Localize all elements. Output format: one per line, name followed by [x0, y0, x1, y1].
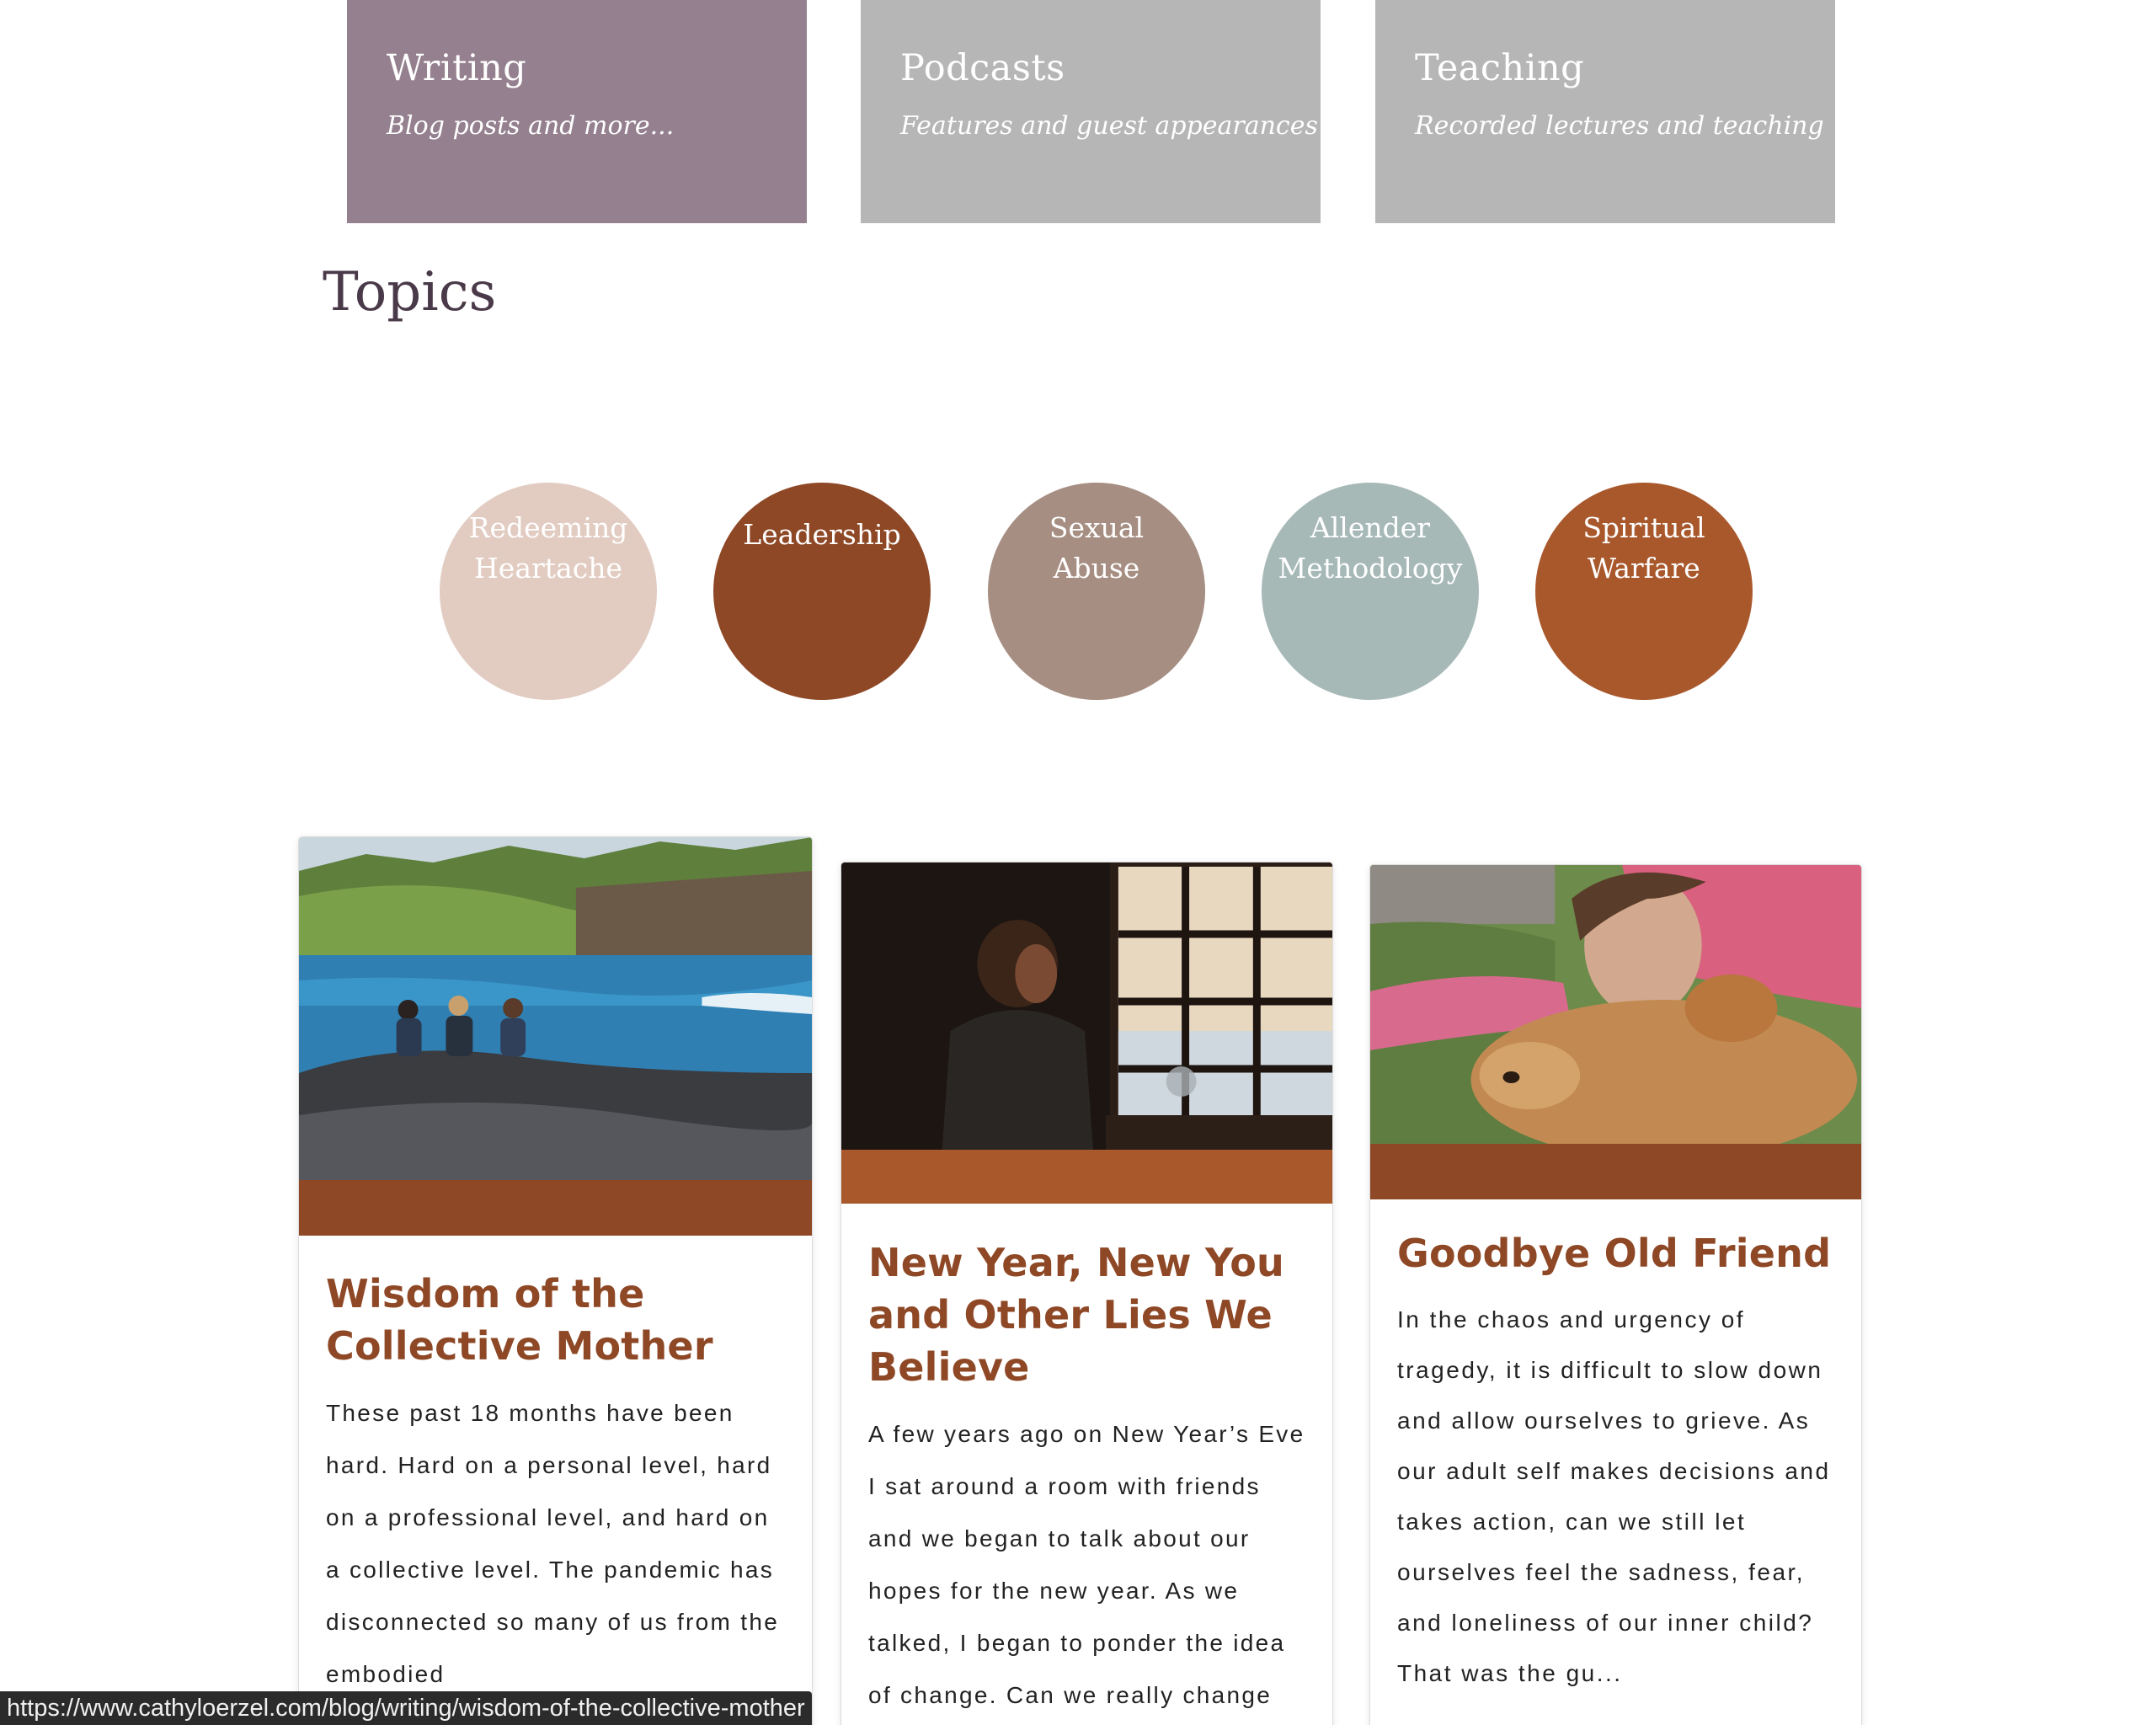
topic-label-line: Leadership — [743, 518, 901, 551]
post-card[interactable]: New Year, New You and Other Lies We Beli… — [841, 862, 1333, 1725]
topic-sexual-abuse[interactable]: Sexual Abuse — [988, 483, 1205, 700]
topic-label-line: Allender — [1310, 511, 1431, 544]
post-title[interactable]: Wisdom of the Collective Mother — [326, 1268, 788, 1372]
post-title[interactable]: New Year, New You and Other Lies We Beli… — [868, 1236, 1309, 1393]
topic-redeeming-heartache[interactable]: Redeeming Heartache — [440, 483, 657, 700]
post-title[interactable]: Goodbye Old Friend — [1397, 1227, 1838, 1279]
link-preview-status-url: https://www.cathyloerzel.com/blog/writin… — [0, 1691, 812, 1725]
post-body: Goodbye Old Friend In the chaos and urge… — [1397, 1227, 1838, 1699]
nav-tile-writing[interactable]: Writing Blog posts and more... — [347, 0, 807, 223]
tile-subtitle: Features and guest appearances — [900, 111, 1318, 141]
topics-heading: Topics — [323, 261, 497, 323]
post-image[interactable] — [299, 837, 812, 1180]
post-image[interactable] — [841, 862, 1332, 1150]
tile-title: Writing — [387, 47, 527, 89]
topic-allender-methodology[interactable]: Allender Methodology — [1262, 483, 1479, 700]
topic-label-line: Heartache — [474, 552, 622, 585]
tile-subtitle: Recorded lectures and teaching — [1415, 111, 1824, 141]
tile-title: Teaching — [1415, 47, 1585, 89]
post-color-bar — [299, 1180, 812, 1236]
topic-label-line: Sexual — [1049, 511, 1145, 544]
nav-tile-podcasts[interactable]: Podcasts Features and guest appearances — [861, 0, 1321, 223]
post-body: New Year, New You and Other Lies We Beli… — [868, 1236, 1309, 1725]
tile-title: Podcasts — [900, 47, 1065, 89]
topic-spiritual-warfare[interactable]: Spiritual Warfare — [1535, 483, 1753, 700]
tile-subtitle: Blog posts and more... — [387, 111, 675, 141]
topic-label-line: Methodology — [1278, 552, 1463, 585]
topic-label-line: Spiritual — [1582, 511, 1705, 544]
topic-leadership[interactable]: Leadership — [713, 483, 931, 700]
post-card[interactable]: Goodbye Old Friend In the chaos and urge… — [1369, 864, 1862, 1725]
post-image[interactable] — [1370, 865, 1861, 1144]
topic-label-line: Abuse — [1053, 552, 1140, 585]
post-excerpt: In the chaos and urgency of tragedy, it … — [1397, 1306, 1831, 1686]
topic-label-line: Warfare — [1588, 552, 1700, 585]
post-excerpt: A few years ago on New Year’s Eve I sat … — [868, 1421, 1305, 1708]
post-body: Wisdom of the Collective Mother These pa… — [326, 1268, 788, 1701]
post-card[interactable]: Wisdom of the Collective Mother These pa… — [298, 836, 813, 1725]
post-color-bar — [1370, 1144, 1861, 1199]
post-excerpt: These past 18 months have been hard. Har… — [326, 1400, 780, 1687]
topic-label-line: Redeeming — [468, 511, 628, 544]
post-color-bar — [841, 1150, 1332, 1204]
nav-tile-teaching[interactable]: Teaching Recorded lectures and teaching — [1375, 0, 1835, 223]
